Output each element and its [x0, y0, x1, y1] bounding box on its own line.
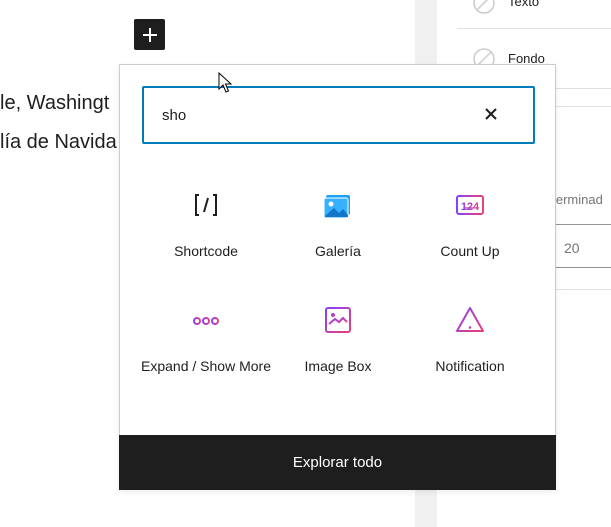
block-search-box: [142, 86, 535, 144]
block-item-count-up[interactable]: 1̶2̶4 Count Up: [404, 189, 536, 261]
svg-text:1̶2̶4: 1̶2̶4: [461, 201, 480, 213]
image-box-icon: [325, 307, 351, 333]
mouse-cursor-icon: [218, 72, 233, 93]
browse-all-button[interactable]: Explorar todo: [119, 435, 556, 490]
expand-more-icon: [193, 317, 219, 325]
sidebar-divider: [457, 28, 611, 29]
close-icon: [485, 108, 497, 120]
block-label: Count Up: [440, 243, 500, 259]
count-up-icon: 1̶2̶4: [456, 195, 484, 215]
block-search-input[interactable]: [162, 88, 462, 142]
font-size-value: 20: [564, 240, 580, 256]
block-label: Notification: [435, 358, 505, 374]
notification-icon: [456, 307, 484, 332]
color-none-icon: [473, 0, 495, 14]
plus-icon: [142, 27, 157, 42]
block-item-shortcode[interactable]: Shortcode: [140, 189, 272, 261]
block-label: Galería: [315, 243, 361, 259]
block-inserter-popover: Shortcode Galería 1̶2̶4 Count Up: [119, 64, 556, 490]
block-label: Expand / Show More: [141, 358, 271, 374]
block-item-notification[interactable]: Notification: [404, 304, 536, 376]
add-block-button[interactable]: [134, 19, 165, 50]
shortcode-icon: [195, 194, 217, 216]
gallery-icon: [323, 195, 350, 219]
block-label: Image Box: [304, 358, 372, 374]
block-item-image-box[interactable]: Image Box: [272, 304, 404, 376]
browse-all-label: Explorar todo: [292, 454, 383, 471]
block-label: Shortcode: [174, 243, 238, 259]
color-option-label: Texto: [508, 0, 540, 9]
color-option-texto[interactable]: Texto: [508, 0, 539, 9]
clear-search-button[interactable]: [479, 102, 503, 126]
editor-paragraph-line[interactable]: lía de Navida: [0, 131, 117, 154]
block-item-expand-show-more[interactable]: Expand / Show More: [140, 304, 272, 376]
editor-paragraph-line[interactable]: le, Washingt: [0, 92, 109, 115]
block-item-gallery[interactable]: Galería: [272, 189, 404, 261]
